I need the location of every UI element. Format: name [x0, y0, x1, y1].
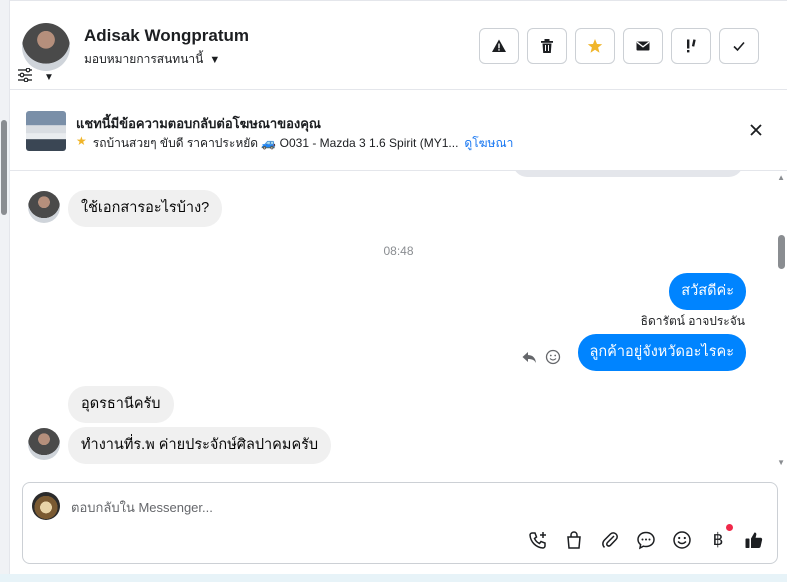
follow-up-button[interactable]	[671, 28, 711, 64]
filter-sliders-icon[interactable]	[17, 68, 33, 82]
ad-reply-banner: แชทนี้มีข้อความตอบกลับต่อโฆษณาของคุณ ★ ร…	[10, 91, 787, 171]
view-ad-link[interactable]: ดูโฆษณา	[464, 134, 513, 153]
mark-unread-button[interactable]	[623, 28, 663, 64]
conversation-header: ▼ Adisak Wongpratum มอบหมายการสนทนานี้ ▼	[10, 0, 787, 90]
message-actions	[521, 349, 561, 365]
shop-button[interactable]	[563, 529, 585, 551]
phone-plus-icon	[529, 532, 546, 549]
emoji-button[interactable]	[671, 529, 693, 551]
ad-banner-title: แชทนี้มีข้อความตอบกลับต่อโฆษณาของคุณ	[76, 116, 321, 131]
trash-icon	[541, 39, 553, 53]
contact-avatar-small[interactable]	[28, 191, 60, 223]
report-spam-button[interactable]	[479, 28, 519, 64]
thumbs-up-icon	[745, 532, 763, 548]
previous-message-bubble	[513, 171, 743, 177]
contact-avatar[interactable]	[22, 23, 70, 71]
bottom-edge	[0, 574, 787, 582]
conversation-toolbar	[479, 28, 759, 64]
messenger-inbox-window: ▼ Adisak Wongpratum มอบหมายการสนทนานี้ ▼	[0, 0, 787, 582]
message-composer: ฿	[22, 482, 778, 564]
left-scrollbar-thumb[interactable]	[1, 120, 7, 215]
chat-bubble-icon	[637, 531, 655, 550]
paperclip-icon	[602, 532, 618, 548]
check-icon	[733, 41, 745, 52]
star-icon	[587, 39, 603, 53]
chat-scrollbar[interactable]: ▲ ▼	[775, 171, 787, 469]
call-button[interactable]	[527, 529, 549, 551]
close-icon[interactable]	[747, 121, 765, 139]
incoming-message[interactable]: ทำงานที่ร.พ ค่ายประจักษ์ศิลปาคมครับ	[68, 427, 332, 464]
envelope-icon	[636, 41, 650, 51]
notification-dot	[726, 524, 733, 531]
incoming-message[interactable]: อุดรธานีครับ	[68, 386, 174, 423]
saved-replies-button[interactable]	[635, 529, 657, 551]
assign-conversation-dropdown[interactable]: มอบหมายการสนทนานี้ ▼	[84, 50, 220, 69]
left-scrollbar[interactable]	[0, 0, 10, 582]
sender-name: ธิดารัตน์ อาจประจัน	[640, 314, 745, 328]
scroll-down-arrow-icon[interactable]: ▼	[777, 458, 785, 467]
incoming-message[interactable]: ใช้เอกสารอะไรบ้าง?	[68, 190, 223, 227]
warning-icon	[492, 39, 506, 52]
chevron-down-icon: ▼	[209, 53, 221, 66]
ad-text: รถบ้านสวยๆ ขับดี ราคาประหยัด 🚙 O031 - Ma…	[92, 136, 459, 150]
page-avatar	[32, 492, 60, 520]
contact-avatar-small[interactable]	[28, 428, 60, 460]
react-smiley-icon[interactable]	[545, 349, 561, 365]
exclamation-icon	[687, 39, 696, 53]
contact-name[interactable]: Adisak Wongpratum	[84, 26, 249, 46]
assign-label: มอบหมายการสนทนานี้	[84, 52, 204, 66]
baht-icon: ฿	[712, 530, 724, 550]
outgoing-message[interactable]: ลูกค้าอยู่จังหวัดอะไรคะ	[577, 334, 746, 371]
outgoing-message[interactable]: สวัสดีค่ะ	[669, 273, 746, 310]
avatar-menu-caret-icon[interactable]: ▼	[44, 72, 54, 83]
smiley-icon	[673, 531, 691, 549]
chat-scrollbar-thumb[interactable]	[778, 235, 785, 269]
delete-button[interactable]	[527, 28, 567, 64]
reply-icon[interactable]	[521, 349, 537, 365]
reply-input[interactable]	[71, 497, 751, 517]
ad-banner-subtitle: ★ รถบ้านสวยๆ ขับดี ราคาประหยัด 🚙 O031 - …	[76, 134, 513, 153]
composer-toolbar: ฿	[527, 524, 765, 551]
scroll-up-arrow-icon[interactable]: ▲	[777, 173, 785, 182]
like-button[interactable]	[743, 529, 765, 551]
attach-button[interactable]	[599, 529, 621, 551]
star-button[interactable]	[575, 28, 615, 64]
shopping-bag-icon	[567, 531, 581, 549]
ad-thumbnail[interactable]	[26, 111, 66, 151]
star-icon: ★	[76, 134, 87, 148]
mark-done-button[interactable]	[719, 28, 759, 64]
payment-button[interactable]: ฿	[707, 524, 733, 551]
message-thread[interactable]: ใช้เอกสารอะไรบ้าง? 08:48 สวัสดีค่ะ ธิดาร…	[10, 171, 787, 469]
message-timestamp: 08:48	[383, 244, 414, 258]
